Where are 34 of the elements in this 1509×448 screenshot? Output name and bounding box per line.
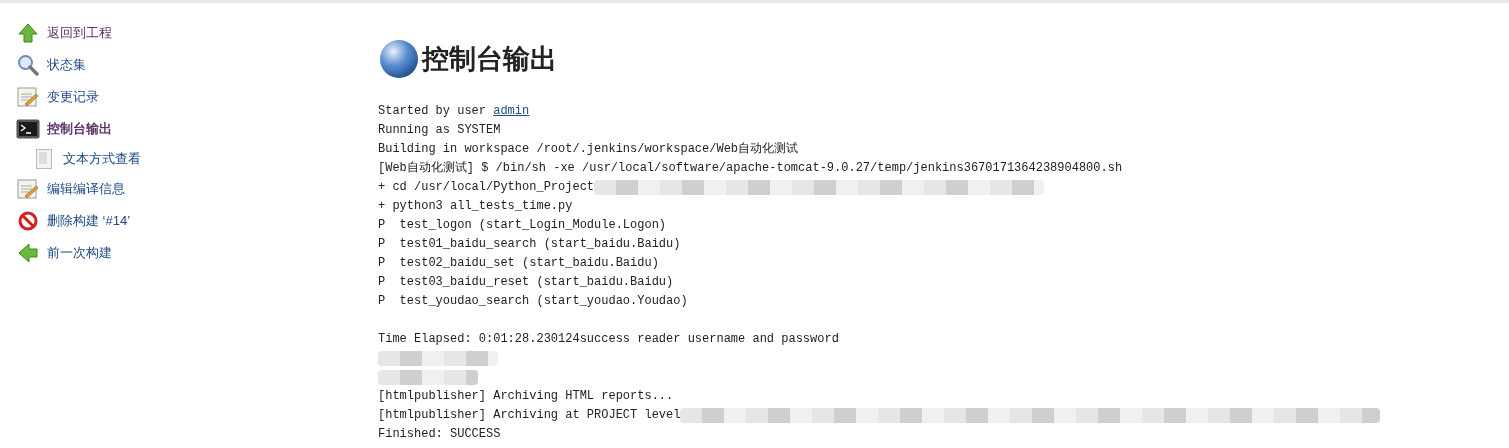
console-line: P test_logon (start_Login_Module.Logon) — [378, 217, 667, 234]
console-line: + python3 all_tests_time.py — [378, 198, 573, 215]
console-line: [Web自动化测试] $ /bin/sh -xe /usr/local/software/apache-tomcat-9.0.27/temp/jenkins3670171364238904800.sh — [378, 160, 1123, 177]
globe-icon — [378, 38, 420, 80]
console-line: P test02_baidu_set (start_baidu.Baidu) — [378, 255, 659, 272]
page-title: 控制台输出 — [422, 42, 557, 76]
sidebar-link[interactable]: 文本方式查看 — [63, 149, 141, 169]
sidebar-link[interactable]: 控制台输出 — [47, 119, 112, 139]
console-line: Running as SYSTEM — [378, 122, 501, 139]
console-line: + cd /usr/local/Python_Project — [378, 179, 595, 196]
console-line: Time Elapsed: 0:01:28.230124success reader username and password — [378, 331, 839, 348]
up-arrow-icon — [18, 23, 38, 43]
sidebar-link[interactable]: 返回到工程 — [47, 23, 112, 43]
document-icon — [36, 149, 52, 169]
console-line: Finished: SUCCESS — [378, 426, 501, 443]
sidebar-link[interactable]: 状态集 — [47, 55, 86, 75]
sidebar-link[interactable]: 编辑编译信息 — [47, 179, 125, 199]
console-line: Building in workspace /root/.jenkins/workspace/Web自动化测试 — [378, 141, 799, 158]
left-arrow-icon — [18, 243, 38, 263]
notepad-pencil-icon — [17, 86, 39, 108]
terminal-icon — [16, 119, 40, 139]
console-line: P test01_baidu_search (start_baidu.Baidu) — [378, 236, 681, 253]
console-line: Started by user — [378, 103, 488, 120]
search-icon — [17, 54, 39, 76]
user-link[interactable]: admin — [493, 102, 530, 121]
notepad-pencil-icon — [17, 178, 39, 200]
sidebar-link[interactable]: 变更记录 — [47, 87, 99, 107]
console-line: P test03_baidu_reset (start_baidu.Baidu) — [378, 274, 674, 291]
no-entry-icon — [18, 211, 38, 231]
sidebar-link[interactable]: 删除构建 ‘#14’ — [47, 211, 131, 231]
console-line: P test_youdao_search (start_youdao.Youdao) — [378, 293, 688, 310]
console-line: [htmlpublisher] Archiving HTML reports... — [378, 388, 674, 405]
console-line: [htmlpublisher] Archiving at PROJECT level — [378, 407, 681, 424]
sidebar-link[interactable]: 前一次构建 — [47, 243, 112, 263]
